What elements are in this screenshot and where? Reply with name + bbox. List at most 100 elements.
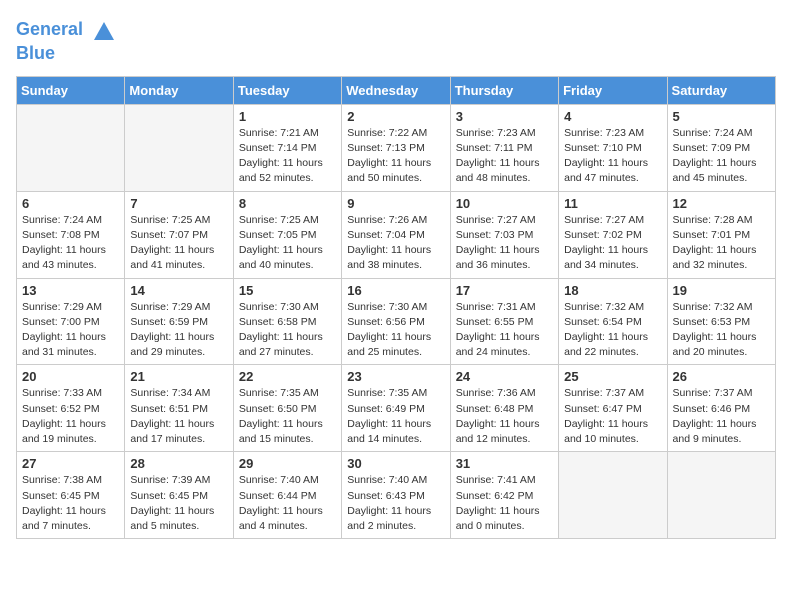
- calendar-cell: [17, 104, 125, 191]
- day-info: Sunrise: 7:37 AMSunset: 6:47 PMDaylight:…: [564, 386, 661, 447]
- day-info: Sunrise: 7:27 AMSunset: 7:02 PMDaylight:…: [564, 213, 661, 274]
- day-info: Sunrise: 7:40 AMSunset: 6:43 PMDaylight:…: [347, 473, 444, 534]
- day-number: 21: [130, 369, 227, 384]
- day-number: 3: [456, 109, 553, 124]
- day-number: 31: [456, 456, 553, 471]
- day-number: 2: [347, 109, 444, 124]
- calendar-cell: 30 Sunrise: 7:40 AMSunset: 6:43 PMDayligh…: [342, 452, 450, 539]
- calendar-cell: 17Sunrise: 7:31 AMSunset: 6:55 PMDayligh…: [450, 278, 558, 365]
- col-header-saturday: Saturday: [667, 76, 775, 104]
- day-number: 5: [673, 109, 770, 124]
- calendar-cell: 11 Sunrise: 7:27 AMSunset: 7:02 PMDayligh…: [559, 191, 667, 278]
- calendar-cell: 31 Sunrise: 7:41 AMSunset: 6:42 PMDayligh…: [450, 452, 558, 539]
- calendar-cell: 4 Sunrise: 7:23 AMSunset: 7:10 PMDaylight…: [559, 104, 667, 191]
- day-info: Sunrise: 7:34 AMSunset: 6:51 PMDaylight:…: [130, 386, 227, 447]
- calendar-cell: 8 Sunrise: 7:25 AMSunset: 7:05 PMDaylight…: [233, 191, 341, 278]
- logo-blue: Blue: [16, 43, 55, 63]
- calendar-cell: 9 Sunrise: 7:26 AMSunset: 7:04 PMDaylight…: [342, 191, 450, 278]
- week-row-5: 27Sunrise: 7:38 AMSunset: 6:45 PMDayligh…: [17, 452, 776, 539]
- calendar-cell: 18Sunrise: 7:32 AMSunset: 6:54 PMDayligh…: [559, 278, 667, 365]
- day-info: Sunrise: 7:22 AMSunset: 7:13 PMDaylight:…: [347, 126, 444, 187]
- day-number: 28: [130, 456, 227, 471]
- calendar-cell: 26Sunrise: 7:37 AMSunset: 6:46 PMDayligh…: [667, 365, 775, 452]
- calendar-table: SundayMondayTuesdayWednesdayThursdayFrid…: [16, 76, 776, 539]
- day-number: 16: [347, 283, 444, 298]
- col-header-tuesday: Tuesday: [233, 76, 341, 104]
- page-header: General Blue: [16, 16, 776, 64]
- day-number: 29: [239, 456, 336, 471]
- day-info: Sunrise: 7:35 AMSunset: 6:49 PMDaylight:…: [347, 386, 444, 447]
- col-header-thursday: Thursday: [450, 76, 558, 104]
- calendar-cell: 6 Sunrise: 7:24 AMSunset: 7:08 PMDaylight…: [17, 191, 125, 278]
- day-number: 14: [130, 283, 227, 298]
- day-number: 22: [239, 369, 336, 384]
- day-info: Sunrise: 7:29 AMSunset: 6:59 PMDaylight:…: [130, 300, 227, 361]
- day-info: Sunrise: 7:35 AMSunset: 6:50 PMDaylight:…: [239, 386, 336, 447]
- calendar-cell: 1Sunrise: 7:21 AMSunset: 7:14 PMDaylight…: [233, 104, 341, 191]
- day-info: Sunrise: 7:41 AMSunset: 6:42 PMDaylight:…: [456, 473, 553, 534]
- day-number: 15: [239, 283, 336, 298]
- day-number: 12: [673, 196, 770, 211]
- logo-general: General: [16, 19, 83, 39]
- calendar-cell: 7Sunrise: 7:25 AMSunset: 7:07 PMDaylight…: [125, 191, 233, 278]
- day-number: 4: [564, 109, 661, 124]
- day-number: 27: [22, 456, 119, 471]
- day-info: Sunrise: 7:30 AMSunset: 6:56 PMDaylight:…: [347, 300, 444, 361]
- logo-icon: [90, 16, 118, 44]
- header-row: SundayMondayTuesdayWednesdayThursdayFrid…: [17, 76, 776, 104]
- day-info: Sunrise: 7:30 AMSunset: 6:58 PMDaylight:…: [239, 300, 336, 361]
- day-number: 9: [347, 196, 444, 211]
- day-info: Sunrise: 7:21 AMSunset: 7:14 PMDaylight:…: [239, 126, 336, 187]
- calendar-cell: 20Sunrise: 7:33 AMSunset: 6:52 PMDayligh…: [17, 365, 125, 452]
- day-info: Sunrise: 7:24 AMSunset: 7:08 PMDaylight:…: [22, 213, 119, 274]
- day-info: Sunrise: 7:27 AMSunset: 7:03 PMDaylight:…: [456, 213, 553, 274]
- day-info: Sunrise: 7:36 AMSunset: 6:48 PMDaylight:…: [456, 386, 553, 447]
- day-info: Sunrise: 7:24 AMSunset: 7:09 PMDaylight:…: [673, 126, 770, 187]
- day-number: 24: [456, 369, 553, 384]
- day-number: 25: [564, 369, 661, 384]
- day-number: 8: [239, 196, 336, 211]
- col-header-wednesday: Wednesday: [342, 76, 450, 104]
- calendar-cell: 15 Sunrise: 7:30 AMSunset: 6:58 PMDayligh…: [233, 278, 341, 365]
- calendar-cell: [667, 452, 775, 539]
- calendar-cell: 22 Sunrise: 7:35 AMSunset: 6:50 PMDayligh…: [233, 365, 341, 452]
- calendar-cell: 2 Sunrise: 7:22 AMSunset: 7:13 PMDaylight…: [342, 104, 450, 191]
- calendar-cell: 19 Sunrise: 7:32 AMSunset: 6:53 PMDayligh…: [667, 278, 775, 365]
- day-number: 30: [347, 456, 444, 471]
- day-number: 10: [456, 196, 553, 211]
- day-number: 19: [673, 283, 770, 298]
- day-info: Sunrise: 7:29 AMSunset: 7:00 PMDaylight:…: [22, 300, 119, 361]
- week-row-4: 20Sunrise: 7:33 AMSunset: 6:52 PMDayligh…: [17, 365, 776, 452]
- week-row-2: 6 Sunrise: 7:24 AMSunset: 7:08 PMDaylight…: [17, 191, 776, 278]
- calendar-cell: 25 Sunrise: 7:37 AMSunset: 6:47 PMDayligh…: [559, 365, 667, 452]
- calendar-cell: 21 Sunrise: 7:34 AMSunset: 6:51 PMDayligh…: [125, 365, 233, 452]
- day-info: Sunrise: 7:23 AMSunset: 7:10 PMDaylight:…: [564, 126, 661, 187]
- col-header-monday: Monday: [125, 76, 233, 104]
- calendar-cell: [559, 452, 667, 539]
- day-number: 11: [564, 196, 661, 211]
- day-info: Sunrise: 7:25 AMSunset: 7:05 PMDaylight:…: [239, 213, 336, 274]
- week-row-1: 1Sunrise: 7:21 AMSunset: 7:14 PMDaylight…: [17, 104, 776, 191]
- calendar-cell: 16 Sunrise: 7:30 AMSunset: 6:56 PMDayligh…: [342, 278, 450, 365]
- day-info: Sunrise: 7:32 AMSunset: 6:54 PMDaylight:…: [564, 300, 661, 361]
- day-info: Sunrise: 7:40 AMSunset: 6:44 PMDaylight:…: [239, 473, 336, 534]
- calendar-cell: 13 Sunrise: 7:29 AMSunset: 7:00 PMDayligh…: [17, 278, 125, 365]
- week-row-3: 13 Sunrise: 7:29 AMSunset: 7:00 PMDayligh…: [17, 278, 776, 365]
- calendar-cell: 5 Sunrise: 7:24 AMSunset: 7:09 PMDaylight…: [667, 104, 775, 191]
- day-info: Sunrise: 7:28 AMSunset: 7:01 PMDaylight:…: [673, 213, 770, 274]
- calendar-cell: 12 Sunrise: 7:28 AMSunset: 7:01 PMDayligh…: [667, 191, 775, 278]
- calendar-cell: 14 Sunrise: 7:29 AMSunset: 6:59 PMDayligh…: [125, 278, 233, 365]
- day-number: 23: [347, 369, 444, 384]
- day-info: Sunrise: 7:39 AMSunset: 6:45 PMDaylight:…: [130, 473, 227, 534]
- day-number: 6: [22, 196, 119, 211]
- calendar-cell: 10 Sunrise: 7:27 AMSunset: 7:03 PMDayligh…: [450, 191, 558, 278]
- day-info: Sunrise: 7:32 AMSunset: 6:53 PMDaylight:…: [673, 300, 770, 361]
- day-number: 7: [130, 196, 227, 211]
- day-info: Sunrise: 7:23 AMSunset: 7:11 PMDaylight:…: [456, 126, 553, 187]
- calendar-cell: 27Sunrise: 7:38 AMSunset: 6:45 PMDayligh…: [17, 452, 125, 539]
- day-info: Sunrise: 7:33 AMSunset: 6:52 PMDaylight:…: [22, 386, 119, 447]
- calendar-cell: 24 Sunrise: 7:36 AMSunset: 6:48 PMDayligh…: [450, 365, 558, 452]
- day-number: 13: [22, 283, 119, 298]
- day-info: Sunrise: 7:26 AMSunset: 7:04 PMDaylight:…: [347, 213, 444, 274]
- day-number: 26: [673, 369, 770, 384]
